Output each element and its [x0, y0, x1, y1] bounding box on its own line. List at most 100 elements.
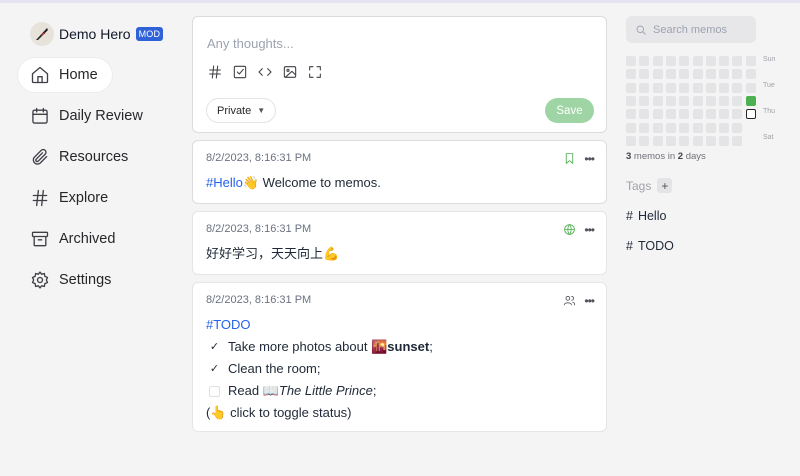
heatmap-cell[interactable] — [665, 95, 676, 106]
heatmap-cell[interactable] — [626, 56, 636, 66]
heatmap-cell-today[interactable] — [745, 109, 756, 120]
heatmap-cell[interactable] — [745, 82, 756, 93]
heatmap-cell[interactable] — [705, 109, 716, 120]
heatmap-cell[interactable] — [679, 135, 690, 146]
heatmap-cell[interactable] — [665, 109, 676, 120]
heatmap-cell[interactable] — [652, 69, 663, 80]
heatmap-cell[interactable] — [745, 69, 756, 80]
save-button[interactable]: Save — [545, 98, 594, 123]
image-icon[interactable] — [282, 64, 298, 80]
task-checkbox-checked[interactable]: ✓ — [209, 363, 220, 375]
heatmap-cell[interactable] — [705, 95, 716, 106]
visibility-select[interactable]: Private ▼ — [206, 98, 277, 123]
more-options-icon[interactable]: ••• — [584, 295, 595, 307]
nav-item-settings[interactable]: Settings — [18, 263, 125, 297]
heatmap-cell[interactable] — [732, 56, 743, 66]
nav-item-resources[interactable]: Resources — [18, 140, 142, 174]
heatmap-cell[interactable] — [679, 109, 690, 120]
fullscreen-icon[interactable] — [307, 64, 323, 80]
heatmap-cell[interactable] — [732, 135, 743, 146]
heatmap-cell[interactable] — [705, 135, 716, 146]
memo-tag[interactable]: #Hello — [206, 175, 243, 190]
heatmap-cell[interactable] — [679, 122, 690, 133]
heatmap-cell[interactable] — [679, 69, 690, 80]
users-icon[interactable] — [563, 294, 576, 307]
heatmap-cell[interactable] — [639, 82, 650, 93]
heatmap-cell[interactable] — [692, 135, 703, 146]
heatmap-cell[interactable] — [679, 82, 690, 93]
heatmap-cell[interactable] — [652, 135, 663, 146]
bookmark-icon[interactable] — [563, 152, 576, 165]
tag-item-hello[interactable]: # Hello — [626, 209, 796, 223]
heatmap-cell[interactable] — [692, 109, 703, 120]
editor-input[interactable]: Any thoughts... — [207, 36, 294, 51]
heatmap-cell[interactable] — [626, 69, 636, 80]
hash-icon[interactable] — [207, 64, 223, 80]
heatmap-cell[interactable] — [719, 109, 730, 120]
heatmap-cell-active[interactable] — [745, 95, 756, 106]
heatmap-cell[interactable] — [679, 95, 690, 106]
heatmap-cell[interactable] — [732, 82, 743, 93]
heatmap-cell[interactable] — [639, 122, 650, 133]
heatmap-cell[interactable] — [719, 95, 730, 106]
memo-tag[interactable]: #TODO — [206, 317, 251, 332]
heatmap-cell[interactable] — [745, 56, 756, 66]
heatmap-cell[interactable] — [665, 135, 676, 146]
task-text: Read 📖 — [228, 383, 279, 398]
heatmap-cell[interactable] — [626, 95, 636, 106]
heatmap-cell[interactable] — [639, 56, 650, 66]
heatmap-cell[interactable] — [639, 95, 650, 106]
heatmap-cell[interactable] — [639, 135, 650, 146]
heatmap-cell[interactable] — [705, 69, 716, 80]
globe-icon[interactable] — [563, 223, 576, 236]
heatmap-cell[interactable] — [692, 122, 703, 133]
heatmap-cell[interactable] — [705, 122, 716, 133]
heatmap-cell[interactable] — [719, 82, 730, 93]
heatmap-cell[interactable] — [665, 82, 676, 93]
heatmap-cell[interactable] — [665, 122, 676, 133]
code-icon[interactable] — [257, 64, 273, 80]
heatmap-cell[interactable] — [652, 82, 663, 93]
heatmap-cell[interactable] — [719, 135, 730, 146]
heatmap-cell[interactable] — [626, 135, 636, 146]
nav-item-archived[interactable]: Archived — [18, 222, 129, 256]
heatmap-cell[interactable] — [719, 122, 730, 133]
heatmap-cell[interactable] — [652, 109, 663, 120]
heatmap-cell[interactable] — [665, 56, 676, 66]
tag-item-todo[interactable]: # TODO — [626, 239, 796, 253]
heatmap-cell[interactable] — [639, 109, 650, 120]
task-checkbox-unchecked[interactable] — [209, 385, 220, 397]
user-banner[interactable]: Demo Hero MOD — [18, 18, 178, 50]
heatmap-cell[interactable] — [679, 56, 690, 66]
heatmap-cell[interactable] — [732, 122, 743, 133]
add-tag-button[interactable]: + — [657, 178, 673, 193]
heatmap-cell[interactable] — [626, 82, 636, 93]
heatmap-cell[interactable] — [705, 82, 716, 93]
heatmap-cell[interactable] — [692, 95, 703, 106]
heatmap-cell[interactable] — [665, 69, 676, 80]
checkbox-icon[interactable] — [232, 64, 248, 80]
heatmap-cell[interactable] — [626, 122, 636, 133]
memo-editor[interactable]: Any thoughts... Private ▼ Save — [192, 16, 607, 133]
heatmap-cell[interactable] — [719, 69, 730, 80]
more-options-icon[interactable]: ••• — [584, 224, 595, 236]
heatmap-cell[interactable] — [692, 82, 703, 93]
heatmap-cell[interactable] — [626, 109, 636, 120]
heatmap-cell[interactable] — [652, 122, 663, 133]
heatmap-cell[interactable] — [652, 95, 663, 106]
nav-item-home[interactable]: Home — [18, 58, 112, 92]
heatmap-cell[interactable] — [719, 56, 730, 66]
heatmap-cell[interactable] — [705, 56, 716, 66]
nav-item-explore[interactable]: Explore — [18, 181, 122, 215]
more-options-icon[interactable]: ••• — [584, 153, 595, 165]
heatmap-cell[interactable] — [732, 69, 743, 80]
search-input[interactable]: Search memos — [626, 16, 756, 43]
heatmap-cell[interactable] — [732, 109, 743, 120]
heatmap-cell[interactable] — [692, 56, 703, 66]
task-checkbox-checked[interactable]: ✓ — [209, 341, 220, 353]
heatmap-cell[interactable] — [639, 69, 650, 80]
heatmap-cell[interactable] — [692, 69, 703, 80]
nav-item-daily-review[interactable]: Daily Review — [18, 99, 157, 133]
heatmap-cell[interactable] — [732, 95, 743, 106]
heatmap-cell[interactable] — [652, 56, 663, 66]
